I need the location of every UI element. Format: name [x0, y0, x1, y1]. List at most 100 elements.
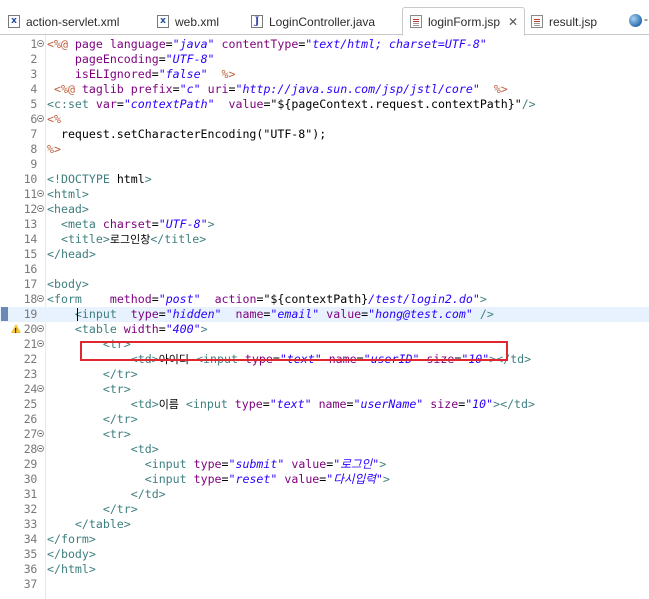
- code-text[interactable]: <tr>: [47, 337, 131, 352]
- code-editor[interactable]: 1 <%@ page language="java" contentType="t…: [0, 35, 649, 599]
- code-text[interactable]: </table>: [47, 517, 131, 532]
- code-line[interactable]: 37: [0, 577, 649, 592]
- code-text[interactable]: <form method="post" action="${contextPat…: [47, 292, 487, 307]
- fold-toggle-icon[interactable]: [37, 205, 44, 212]
- code-text[interactable]: isELIgnored="false" %>: [47, 67, 236, 82]
- code-text[interactable]: request.setCharacterEncoding("UTF-8");: [47, 127, 326, 142]
- code-token: <head>: [47, 202, 89, 216]
- code-line[interactable]: 7 request.setCharacterEncoding("UTF-8");: [0, 127, 649, 142]
- code-text[interactable]: <tr>: [47, 382, 131, 397]
- code-line[interactable]: 14 <title>로그인창</title>: [0, 232, 649, 247]
- code-text[interactable]: <td>이름 <input type="text" name="userName…: [47, 397, 535, 412]
- code-line[interactable]: 30 <input type="reset" value="다시입력">: [0, 472, 649, 487]
- code-token: "hidden": [165, 307, 222, 321]
- code-line[interactable]: 32 </tr>: [0, 502, 649, 517]
- code-line[interactable]: 13 <meta charset="UTF-8">: [0, 217, 649, 232]
- fold-toggle-icon[interactable]: [37, 295, 44, 302]
- code-line[interactable]: 36 </html>: [0, 562, 649, 577]
- close-icon[interactable]: ✕: [508, 15, 518, 29]
- code-text[interactable]: <tr>: [47, 427, 131, 442]
- code-text[interactable]: %>: [47, 142, 61, 157]
- code-text[interactable]: <!DOCTYPE html>: [47, 172, 152, 187]
- code-text[interactable]: <meta charset="UTF-8">: [47, 217, 215, 232]
- fold-toggle-icon[interactable]: [37, 430, 44, 437]
- code-text[interactable]: </tr>: [47, 367, 138, 382]
- tab-action-servlet-xml[interactable]: x action-servlet.xml: [8, 8, 119, 35]
- fold-toggle-icon[interactable]: [37, 190, 44, 197]
- code-line[interactable]: 26 </tr>: [0, 412, 649, 427]
- code-line[interactable]: 23 </tr>: [0, 367, 649, 382]
- line-number: 3: [30, 67, 37, 81]
- tab-web-xml[interactable]: x web.xml: [157, 8, 219, 35]
- code-text[interactable]: <td>: [47, 442, 159, 457]
- line-number: 33: [23, 517, 38, 531]
- code-text[interactable]: </tr>: [47, 412, 138, 427]
- code-line[interactable]: 15 </head>: [0, 247, 649, 262]
- code-line[interactable]: 5 <c:set var="contextPath" value="${pageC…: [0, 97, 649, 112]
- code-line[interactable]: 19 <input type="hidden" name="email" val…: [0, 307, 649, 322]
- code-line[interactable]: 33 </table>: [0, 517, 649, 532]
- web-browser-globe-icon[interactable]: [629, 14, 642, 27]
- code-text[interactable]: <%@ taglib prefix="c" uri="http://java.s…: [47, 82, 508, 97]
- code-line[interactable]: 1 <%@ page language="java" contentType="t…: [0, 37, 649, 52]
- code-line[interactable]: 27 <tr>: [0, 427, 649, 442]
- line-number: 2: [30, 52, 37, 66]
- code-line[interactable]: 16: [0, 262, 649, 277]
- code-text[interactable]: </html>: [47, 562, 96, 577]
- code-text[interactable]: </tr>: [47, 502, 138, 517]
- code-text[interactable]: </body>: [47, 547, 96, 562]
- fold-toggle-icon[interactable]: [37, 325, 44, 332]
- code-text[interactable]: <%: [47, 112, 61, 127]
- code-text[interactable]: <title>로그인창</title>: [47, 232, 206, 247]
- code-line[interactable]: 11 <html>: [0, 187, 649, 202]
- code-text[interactable]: <input type="hidden" name="email" value=…: [47, 307, 494, 322]
- code-line[interactable]: 6 <%: [0, 112, 649, 127]
- code-text[interactable]: <c:set var="contextPath" value="${pageCo…: [47, 97, 536, 112]
- fold-toggle-icon[interactable]: [37, 40, 44, 47]
- code-line[interactable]: 3 isELIgnored="false" %>: [0, 67, 649, 82]
- code-text[interactable]: <input type="reset" value="다시입력">: [47, 472, 390, 487]
- code-line[interactable]: 24 <tr>: [0, 382, 649, 397]
- fold-toggle-icon[interactable]: [37, 445, 44, 452]
- code-line[interactable]: 35 </body>: [0, 547, 649, 562]
- code-text[interactable]: <td>아이디 <input type="text" name="userID"…: [47, 352, 531, 367]
- code-token: ></td>: [493, 397, 535, 411]
- code-line[interactable]: 8 %>: [0, 142, 649, 157]
- tab-login-form-jsp[interactable]: loginForm.jsp ✕: [402, 7, 525, 36]
- code-line[interactable]: 20 <table width="400">: [0, 322, 649, 339]
- code-token: <title>: [60, 232, 110, 246]
- code-text[interactable]: </form>: [47, 532, 96, 547]
- fold-toggle-icon[interactable]: [37, 340, 44, 347]
- code-line[interactable]: 4 <%@ taglib prefix="c" uri="http://java…: [0, 82, 649, 97]
- code-line[interactable]: 29 <input type="submit" value="로그인">: [0, 457, 649, 472]
- fold-toggle-icon[interactable]: [37, 385, 44, 392]
- code-line[interactable]: 25 <td>이름 <input type="text" name="userN…: [0, 397, 649, 412]
- code-text[interactable]: <html>: [47, 187, 89, 202]
- code-line[interactable]: 21 <tr>: [0, 337, 649, 352]
- code-text[interactable]: <input type="submit" value="로그인">: [47, 457, 386, 472]
- code-line[interactable]: 17 <body>: [0, 277, 649, 292]
- tab-overflow-mark[interactable]: -: [644, 12, 648, 26]
- code-line[interactable]: 10 <!DOCTYPE html>: [0, 172, 649, 187]
- code-line[interactable]: 28 <td>: [0, 442, 649, 457]
- code-text[interactable]: <body>: [47, 277, 89, 292]
- code-token: name: [328, 352, 357, 366]
- code-line[interactable]: 2 pageEncoding="UTF-8": [0, 52, 649, 67]
- code-text[interactable]: <table width="400">: [47, 322, 208, 337]
- code-line[interactable]: 18 <form method="post" action="${contextP…: [0, 292, 649, 307]
- code-text[interactable]: <head>: [47, 202, 89, 217]
- code-line[interactable]: 22 <td>아이디 <input type="text" name="user…: [0, 352, 649, 367]
- code-line[interactable]: 9: [0, 157, 649, 172]
- tab-login-controller-java[interactable]: J LoginController.java: [251, 8, 375, 35]
- fold-toggle-icon[interactable]: [37, 115, 44, 122]
- code-text[interactable]: <%@ page language="java" contentType="te…: [47, 37, 487, 52]
- code-text[interactable]: </head>: [47, 247, 96, 262]
- code-line[interactable]: 34 </form>: [0, 532, 649, 547]
- code-line[interactable]: 12 <head>: [0, 202, 649, 217]
- tab-result-jsp[interactable]: result.jsp: [531, 8, 597, 35]
- code-text[interactable]: pageEncoding="UTF-8": [47, 52, 215, 67]
- code-line[interactable]: 31 </td>: [0, 487, 649, 502]
- code-text[interactable]: </td>: [47, 487, 166, 502]
